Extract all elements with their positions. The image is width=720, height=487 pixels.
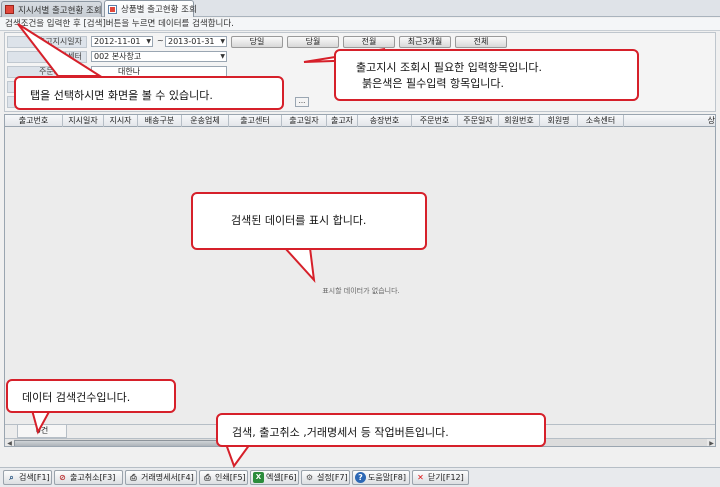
data-tip-tail: [282, 247, 316, 284]
count-tip-callout: 데이터 검색건수입니다.: [6, 379, 176, 413]
tab-tip-text: 탭을 선택하시면 화면을 볼 수 있습니다.: [30, 89, 213, 102]
input-tip-callout: 출고지시 조회시 필요한 입력항목입니다. 붉은색은 필수입력 항목입니다.: [334, 49, 639, 101]
input-tip-line2: 붉은색은 필수입력 항목입니다.: [362, 77, 505, 90]
input-tip-line1: 출고지시 조회시 필요한 입력항목입니다.: [356, 61, 543, 74]
tab-tip-tail: [17, 23, 104, 77]
data-tip-text: 검색된 데이터를 표시 합니다.: [231, 214, 367, 227]
buttons-tip-text: 검색, 출고취소 ,거래명세서 등 작업버튼입니다.: [232, 426, 449, 439]
buttons-tip-tail: [224, 443, 252, 469]
count-tip-text: 데이터 검색건수입니다.: [22, 391, 131, 404]
tab-tip-callout: 탭을 선택하시면 화면을 볼 수 있습니다.: [14, 76, 284, 110]
data-tip-callout: 검색된 데이터를 표시 합니다.: [191, 192, 427, 250]
buttons-tip-callout: 검색, 출고취소 ,거래명세서 등 작업버튼입니다.: [216, 413, 546, 447]
count-tip-tail: [30, 409, 52, 435]
